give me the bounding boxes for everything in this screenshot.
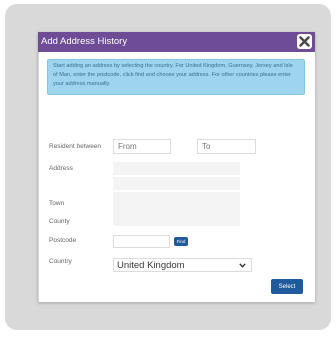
address-line-1-input[interactable] xyxy=(113,162,240,175)
add-address-dialog: Add Address History Start adding an addr… xyxy=(38,32,315,302)
county-input[interactable] xyxy=(113,214,240,226)
address-line-2-input[interactable] xyxy=(113,177,240,190)
find-button[interactable]: Find xyxy=(174,237,188,246)
chevron-down-icon xyxy=(239,263,246,268)
to-date-input[interactable] xyxy=(197,139,256,154)
county-label: County xyxy=(49,218,70,225)
dialog-title: Add Address History xyxy=(41,36,128,47)
close-button[interactable] xyxy=(297,34,312,49)
town-input[interactable] xyxy=(113,196,240,208)
close-icon xyxy=(299,36,310,47)
select-button[interactable]: Select xyxy=(271,279,303,294)
info-message: Start adding an address by selecting the… xyxy=(47,59,305,95)
country-select-value: United Kingdom xyxy=(117,260,185,271)
dialog-titlebar: Add Address History xyxy=(38,32,315,52)
country-label: Country xyxy=(49,258,72,265)
postcode-label: Postcode xyxy=(49,237,77,244)
from-date-input[interactable] xyxy=(113,139,171,154)
postcode-input[interactable] xyxy=(113,235,170,248)
address-label: Address xyxy=(49,165,73,172)
country-select[interactable]: United Kingdom xyxy=(113,258,252,272)
resident-between-label: Resident between xyxy=(49,143,102,150)
dialog-left-border xyxy=(38,52,39,302)
town-label: Town xyxy=(49,200,65,207)
